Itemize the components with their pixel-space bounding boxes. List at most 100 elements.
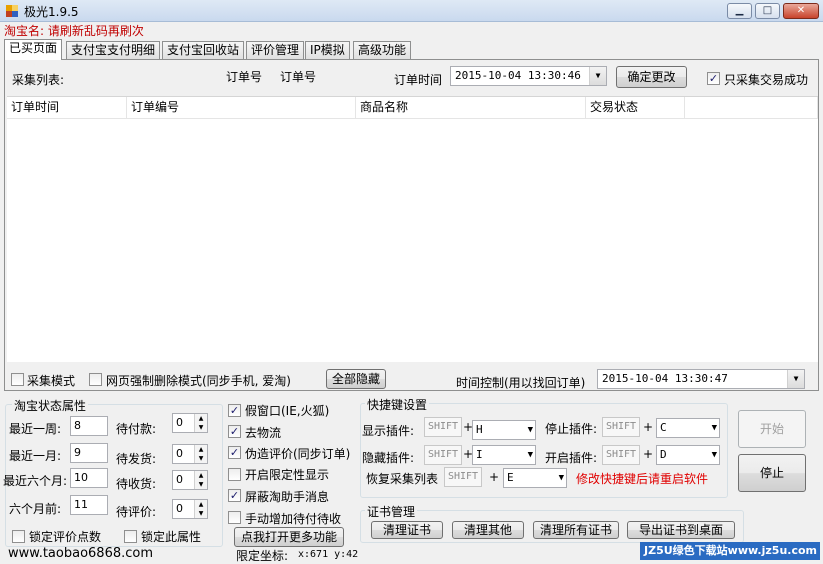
column-order-number[interactable]: 订单编号 [127, 97, 356, 119]
lock-attr-checkbox[interactable] [124, 530, 137, 543]
chevron-down-icon: ▼ [527, 425, 533, 435]
tab-alipay-details[interactable]: 支付宝支付明细 [66, 41, 161, 59]
clear-other-button[interactable]: 清理其他 [452, 521, 524, 539]
plus-sign: + [489, 470, 500, 484]
pending-review-stepper[interactable]: 0 ▲ ▼ [172, 499, 208, 519]
limited-display-checkbox[interactable] [228, 468, 241, 481]
time-control-label: 时间控制(用以找回订单) [456, 376, 586, 390]
column-product-name[interactable]: 商品名称 [356, 97, 586, 119]
time-control-picker[interactable]: 2015-10-04 13:30:47 ▼ [597, 369, 805, 389]
pending-receive-stepper[interactable]: 0 ▲ ▼ [172, 470, 208, 490]
last-six-months-input[interactable]: 10 [70, 468, 108, 488]
column-order-time[interactable]: 订单时间 [7, 97, 127, 119]
stop-plugin-shift: SHIFT [602, 417, 640, 437]
six-months-ago-input[interactable]: 11 [70, 495, 108, 515]
pending-pay-label: 待付款: [116, 422, 157, 436]
calendar-dropdown-icon[interactable]: ▼ [589, 67, 606, 85]
close-button[interactable]: ✕ [783, 3, 819, 19]
start-plugin-label: 开启插件: [545, 451, 598, 465]
show-plugin-shift: SHIFT [424, 417, 462, 437]
hide-plugin-shift: SHIFT [424, 445, 462, 465]
spin-arrows-icon[interactable]: ▲ ▼ [194, 445, 207, 463]
minimize-button[interactable]: ▁ [727, 3, 752, 19]
maximize-button[interactable]: □ [755, 3, 780, 19]
collect-mode-checkbox[interactable] [11, 373, 24, 386]
tab-alipay-recycle[interactable]: 支付宝回收站 [162, 41, 245, 59]
plus-sign: + [643, 420, 654, 434]
last-month-input[interactable]: 9 [70, 443, 108, 463]
remove-logistics-label: 去物流 [245, 426, 282, 440]
pending-review-value: 0 [176, 502, 183, 515]
coord-label: 限定坐标: [236, 549, 289, 563]
taobao-name-label: 淘宝名: [4, 24, 45, 38]
manual-add-checkbox[interactable] [228, 511, 241, 524]
stop-button[interactable]: 停止 [738, 454, 806, 492]
lock-review-checkbox[interactable] [12, 530, 25, 543]
taobao-name-value: 请刷新乱码再刷次 [47, 24, 144, 38]
show-plugin-key-select[interactable]: H ▼ [472, 420, 536, 440]
tab-ip-simulate[interactable]: IP模拟 [305, 41, 350, 59]
tab-review-manage[interactable]: 评价管理 [246, 41, 305, 59]
fake-window-label: 假窗口(IE,火狐) [245, 404, 330, 418]
last-six-months-label: 最近六个月: [3, 474, 68, 488]
spin-arrows-icon[interactable]: ▲ ▼ [194, 500, 207, 518]
start-plugin-key-select[interactable]: D ▼ [656, 445, 720, 465]
six-months-ago-label: 六个月前: [9, 502, 62, 516]
collect-mode-label: 采集模式 [27, 374, 76, 388]
start-button[interactable]: 开始 [738, 410, 806, 448]
order-time-picker[interactable]: 2015-10-04 13:30:46 ▼ [450, 66, 607, 86]
remove-logistics-checkbox[interactable]: ✓ [228, 425, 241, 438]
show-plugin-key: H [476, 423, 483, 436]
web-delete-checkbox[interactable] [89, 373, 102, 386]
restore-list-label: 恢复采集列表 [366, 472, 439, 486]
confirm-change-button[interactable]: 确定更改 [616, 66, 687, 88]
collect-list-label: 采集列表: [12, 73, 65, 87]
spin-arrows-icon[interactable]: ▲ ▼ [194, 414, 207, 432]
hide-plugin-key: I [476, 448, 483, 461]
pending-ship-label: 待发货: [116, 452, 157, 466]
lock-review-label: 锁定评价点数 [29, 530, 102, 544]
more-features-button[interactable]: 点我打开更多功能 [234, 527, 344, 547]
coord-value: x:671 y:42 [298, 549, 359, 560]
calendar-dropdown-icon[interactable]: ▼ [787, 370, 804, 388]
watermark-banner: JZ5U绿色下载站www.jz5u.com [640, 542, 820, 560]
export-cert-button[interactable]: 导出证书到桌面 [627, 521, 735, 539]
clear-all-cert-button[interactable]: 清理所有证书 [533, 521, 619, 539]
title-bar [0, 0, 823, 22]
plus-sign: + [643, 447, 654, 461]
pending-pay-value: 0 [176, 416, 183, 429]
last-week-input[interactable]: 8 [70, 416, 108, 436]
status-group-title: 淘宝状态属性 [12, 397, 89, 414]
order-time-value: 2015-10-04 13:30:46 [455, 69, 581, 82]
pending-ship-stepper[interactable]: 0 ▲ ▼ [172, 444, 208, 464]
column-empty [685, 97, 818, 119]
web-delete-label: 网页强制删除模式(同步手机, 爱淘) [106, 374, 291, 388]
block-assistant-checkbox[interactable]: ✓ [228, 489, 241, 502]
start-plugin-key: D [660, 448, 667, 461]
hide-all-button[interactable]: 全部隐藏 [326, 369, 386, 389]
block-assistant-label: 屏蔽淘助手消息 [245, 490, 330, 504]
fake-review-label: 伪造评价(同步订单) [245, 447, 351, 461]
order-time-label: 订单时间 [394, 73, 443, 87]
last-month-label: 最近一月: [9, 449, 62, 463]
restart-warning: 修改快捷键后请重启软件 [576, 472, 709, 486]
order-no-label-1: 订单号 [226, 70, 263, 84]
spin-arrows-icon[interactable]: ▲ ▼ [194, 471, 207, 489]
hide-plugin-key-select[interactable]: I ▼ [472, 445, 536, 465]
hide-plugin-label: 隐藏插件: [362, 451, 415, 465]
stop-plugin-key-select[interactable]: C ▼ [656, 418, 720, 438]
pending-pay-stepper[interactable]: 0 ▲ ▼ [172, 413, 208, 433]
restore-list-key-select[interactable]: E ▼ [503, 468, 567, 488]
tab-advanced[interactable]: 高级功能 [353, 41, 412, 59]
pending-receive-value: 0 [176, 473, 183, 486]
fake-review-checkbox[interactable]: ✓ [228, 446, 241, 459]
limited-display-label: 开启限定性显示 [245, 468, 330, 482]
order-list[interactable]: 订单时间 订单编号 商品名称 交易状态 [7, 96, 818, 362]
only-success-checkbox[interactable]: ✓ [707, 72, 720, 85]
column-trade-status[interactable]: 交易状态 [586, 97, 685, 119]
order-no-label-2: 订单号 [280, 70, 317, 84]
tab-bought[interactable]: 已买页面 [4, 39, 63, 60]
clear-cert-button[interactable]: 清理证书 [371, 521, 443, 539]
fake-window-checkbox[interactable]: ✓ [228, 404, 241, 417]
site-url: www.taobao6868.com [8, 546, 154, 561]
